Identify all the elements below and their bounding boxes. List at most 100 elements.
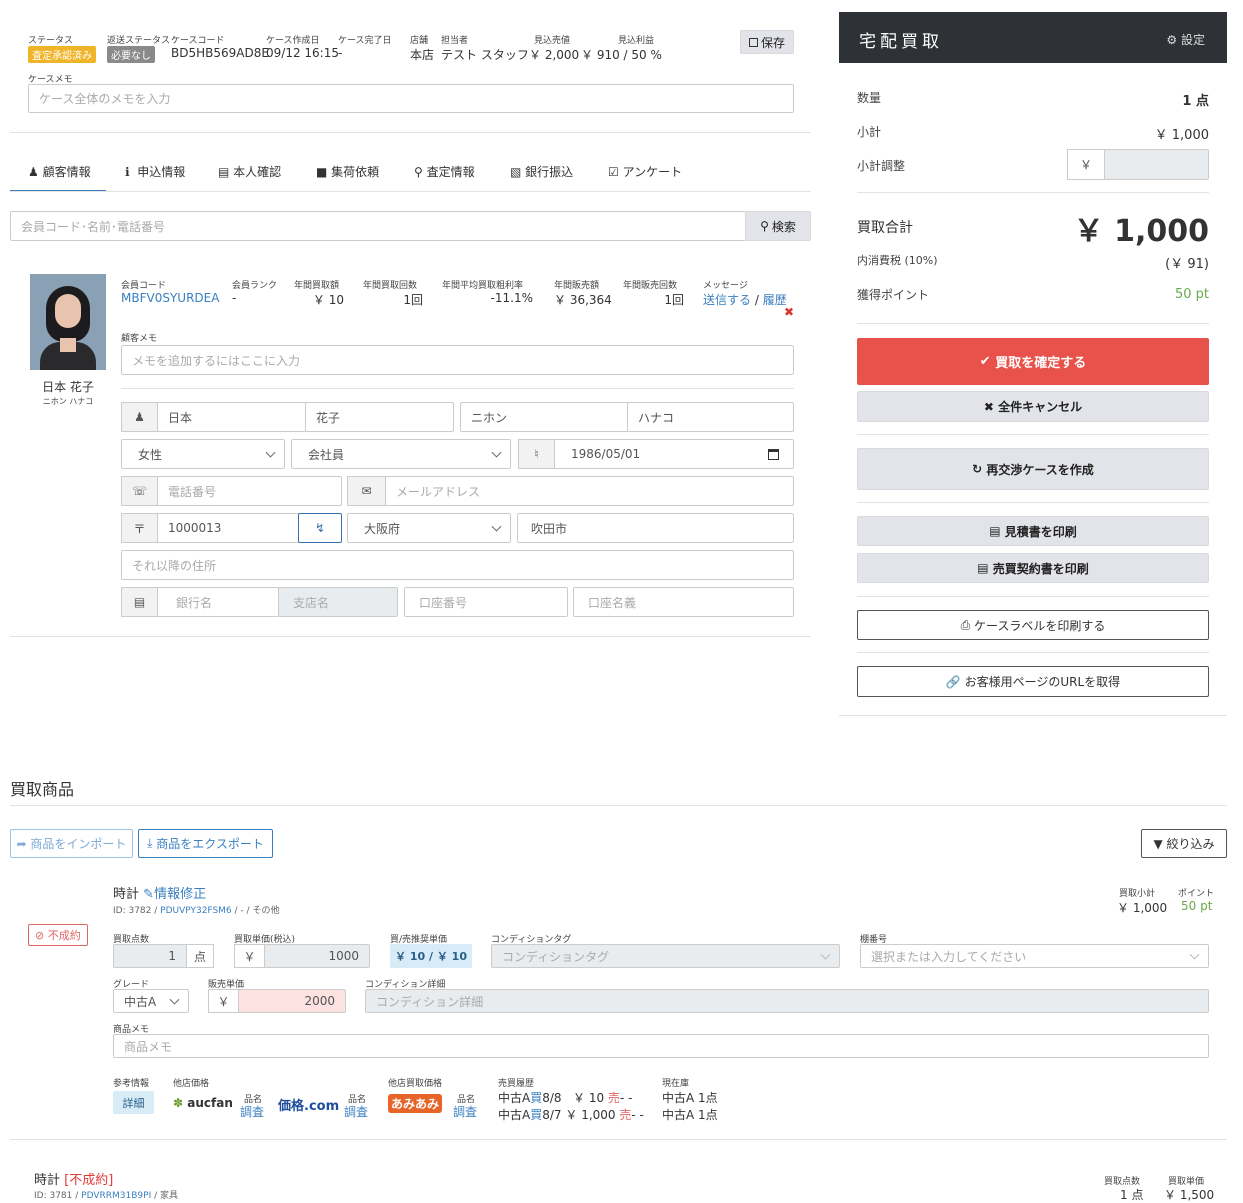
avg-margin-value: -11.1% xyxy=(490,291,533,305)
item-meta: ID: 3781 / PDVRRM31B9PI / 家具 xyxy=(34,1188,178,1201)
buy-qty-input[interactable]: 1 xyxy=(113,944,187,968)
case-code-label: ケースコード xyxy=(171,36,225,46)
item-title: 時計 [不成約] xyxy=(34,1169,113,1188)
close-icon[interactable]: ✖ xyxy=(784,305,794,319)
first-kana-input[interactable]: ハナコ xyxy=(627,402,794,432)
account-number-input[interactable]: 口座番号 xyxy=(404,587,568,617)
member-code-link[interactable]: MBFV0SYURDEA xyxy=(121,291,219,305)
search-button[interactable]: ⚲ 検索 xyxy=(745,211,811,241)
zip-input[interactable]: 1000013 xyxy=(157,513,299,543)
tab-bank-transfer[interactable]: ▧ 銀行振込 xyxy=(510,163,573,180)
item-id: ID: 3781 / xyxy=(34,1191,79,1201)
branch-name-input[interactable]: 支店名 xyxy=(278,587,398,617)
print-case-label-button[interactable]: ⎙ ケースラベルを印刷する xyxy=(857,610,1209,640)
survey-link[interactable]: 調査 xyxy=(240,1103,264,1120)
survey-link[interactable]: 調査 xyxy=(344,1103,368,1120)
refresh-icon: ↻ xyxy=(972,462,987,476)
calendar-icon[interactable] xyxy=(768,449,779,460)
case-memo-input[interactable]: ケース全体のメモを入力 xyxy=(28,84,794,113)
phone-icon: ☏ xyxy=(121,476,158,506)
print-estimate-button[interactable]: ▤ 見積書を印刷 xyxy=(857,516,1209,546)
tab-survey[interactable]: ☑ アンケート xyxy=(608,163,682,180)
renegotiate-button[interactable]: ↻ 再交渉ケースを作成 xyxy=(857,448,1209,490)
tab-appraisal[interactable]: ⚲ 査定情報 xyxy=(414,163,475,180)
ban-icon: ⊘ xyxy=(35,929,48,942)
money-icon: ▧ xyxy=(510,165,526,179)
unit-price-input[interactable]: 1000 xyxy=(264,944,370,968)
yen-prefix: ￥ xyxy=(234,944,265,968)
tab-label: 本人確認 xyxy=(233,165,282,179)
filter-button[interactable]: ▼ 絞り込み xyxy=(1141,829,1227,858)
survey-link[interactable]: 調査 xyxy=(453,1103,477,1120)
share-icon: ➦ xyxy=(16,836,31,851)
rank-label: 会員ランク xyxy=(232,281,278,291)
grade-select[interactable]: 中古A xyxy=(113,989,189,1013)
settings-link[interactable]: ⚙ 設定 xyxy=(1166,31,1205,48)
birthday-input[interactable]: 1986/05/01 xyxy=(554,439,794,469)
prefecture-select[interactable]: 大阪府 xyxy=(347,513,511,543)
history-grade: 中古A xyxy=(498,1108,531,1122)
message-label: メッセージ xyxy=(703,281,748,291)
export-products-button[interactable]: ⤓ 商品をエクスポート xyxy=(138,829,273,858)
zip-lookup-button[interactable]: ↯ xyxy=(298,513,342,543)
condition-tag-select[interactable]: コンディションタグ xyxy=(491,944,840,968)
item-id: ID: 3782 / xyxy=(113,906,158,916)
edit-info-link[interactable]: ✎情報修正 xyxy=(143,887,206,902)
bank-name-input[interactable]: 銀行名 xyxy=(157,587,279,617)
last-kana-input[interactable]: ニホン xyxy=(460,402,628,432)
qty-value: 1 点 xyxy=(1182,94,1209,109)
shelf-select[interactable]: 選択または入力してください xyxy=(860,944,1209,968)
case-code: BD5HB569AD8E xyxy=(171,46,269,60)
last-name-input[interactable]: 日本 xyxy=(157,402,306,432)
print-contract-button[interactable]: ▤ 売買契約書を印刷 xyxy=(857,553,1209,583)
tab-pickup[interactable]: ■ 集荷依頼 xyxy=(316,163,379,180)
customer-memo-input[interactable]: メモを追加するにはここに入力 xyxy=(121,345,794,375)
id-card-icon: ▤ xyxy=(218,165,234,179)
amiami-logo[interactable]: あみあみ xyxy=(388,1094,443,1113)
save-button[interactable]: 保存 xyxy=(740,30,794,54)
account-name-input[interactable]: 口座名義 xyxy=(573,587,794,617)
recommend-price-value: ￥ 10 / ￥ 10 xyxy=(390,944,472,968)
item-name: 時計 xyxy=(34,1173,61,1188)
confirm-purchase-button[interactable]: ✔ 買取を確定する xyxy=(857,338,1209,385)
detail-button[interactable]: 詳細 xyxy=(113,1091,154,1114)
item-memo-input[interactable]: 商品メモ xyxy=(113,1034,1209,1058)
item-points-label: ポイント xyxy=(1178,889,1215,899)
tab-customer-info[interactable]: ♟ 顧客情報 xyxy=(28,163,91,180)
annual-sales-label: 年間販売額 xyxy=(554,281,600,291)
subtotal-adjust-input[interactable] xyxy=(1104,149,1209,180)
check-square-icon: ☑ xyxy=(608,165,623,179)
send-message-link[interactable]: 送信する xyxy=(703,293,751,307)
est-sales-label: 見込売値 xyxy=(534,36,571,46)
history-price: ￥ 10 xyxy=(573,1091,605,1105)
phone-input[interactable]: 電話番号 xyxy=(157,476,342,506)
chevron-down-icon xyxy=(491,447,502,458)
cancel-all-button[interactable]: ✖ 全件キャンセル xyxy=(857,391,1209,422)
times-icon: ✖ xyxy=(983,399,999,414)
import-products-button[interactable]: ➦ 商品をインポート xyxy=(10,829,133,858)
staff-label: 担当者 xyxy=(441,36,469,46)
kakaku-logo[interactable]: 価格.com xyxy=(278,1095,339,1114)
tab-identity[interactable]: ▤ 本人確認 xyxy=(218,163,281,180)
tab-application-info[interactable]: ℹ 申込情報 xyxy=(125,163,185,180)
get-customer-url-label: お客様用ページのURLを取得 xyxy=(964,675,1121,689)
message-separator: / xyxy=(754,293,759,307)
item-points-value: 50 pt xyxy=(1181,899,1213,913)
first-name-input[interactable]: 花子 xyxy=(305,402,454,432)
history-price: ￥ 1,000 xyxy=(565,1108,616,1122)
item-code-link[interactable]: PDVRRM31B9PI xyxy=(81,1191,151,1201)
occupation-select[interactable]: 会社員 xyxy=(291,439,511,469)
city-input[interactable]: 吹田市 xyxy=(517,513,794,543)
address-input[interactable]: それ以降の住所 xyxy=(121,550,794,580)
sale-price-input[interactable]: 2000 xyxy=(238,989,346,1013)
item-subtotal-value: ￥ 1,000 xyxy=(1117,901,1168,915)
customer-search-input[interactable]: 会員コード･名前･電話番号 xyxy=(10,211,746,241)
aucfan-logo[interactable]: ✽ aucfan xyxy=(173,1096,233,1110)
condition-detail-input[interactable]: コンディション詳細 xyxy=(365,989,1209,1013)
email-input[interactable]: メールアドレス xyxy=(385,476,794,506)
item-code-link[interactable]: PDUVPY32FSM6 xyxy=(160,906,232,916)
gender-select[interactable]: 女性 xyxy=(121,439,285,469)
status-badge: ⊘ 不成約 xyxy=(28,924,88,946)
chevron-down-icon xyxy=(169,994,180,1005)
get-customer-url-button[interactable]: 🔗 お客様用ページのURLを取得 xyxy=(857,666,1209,697)
